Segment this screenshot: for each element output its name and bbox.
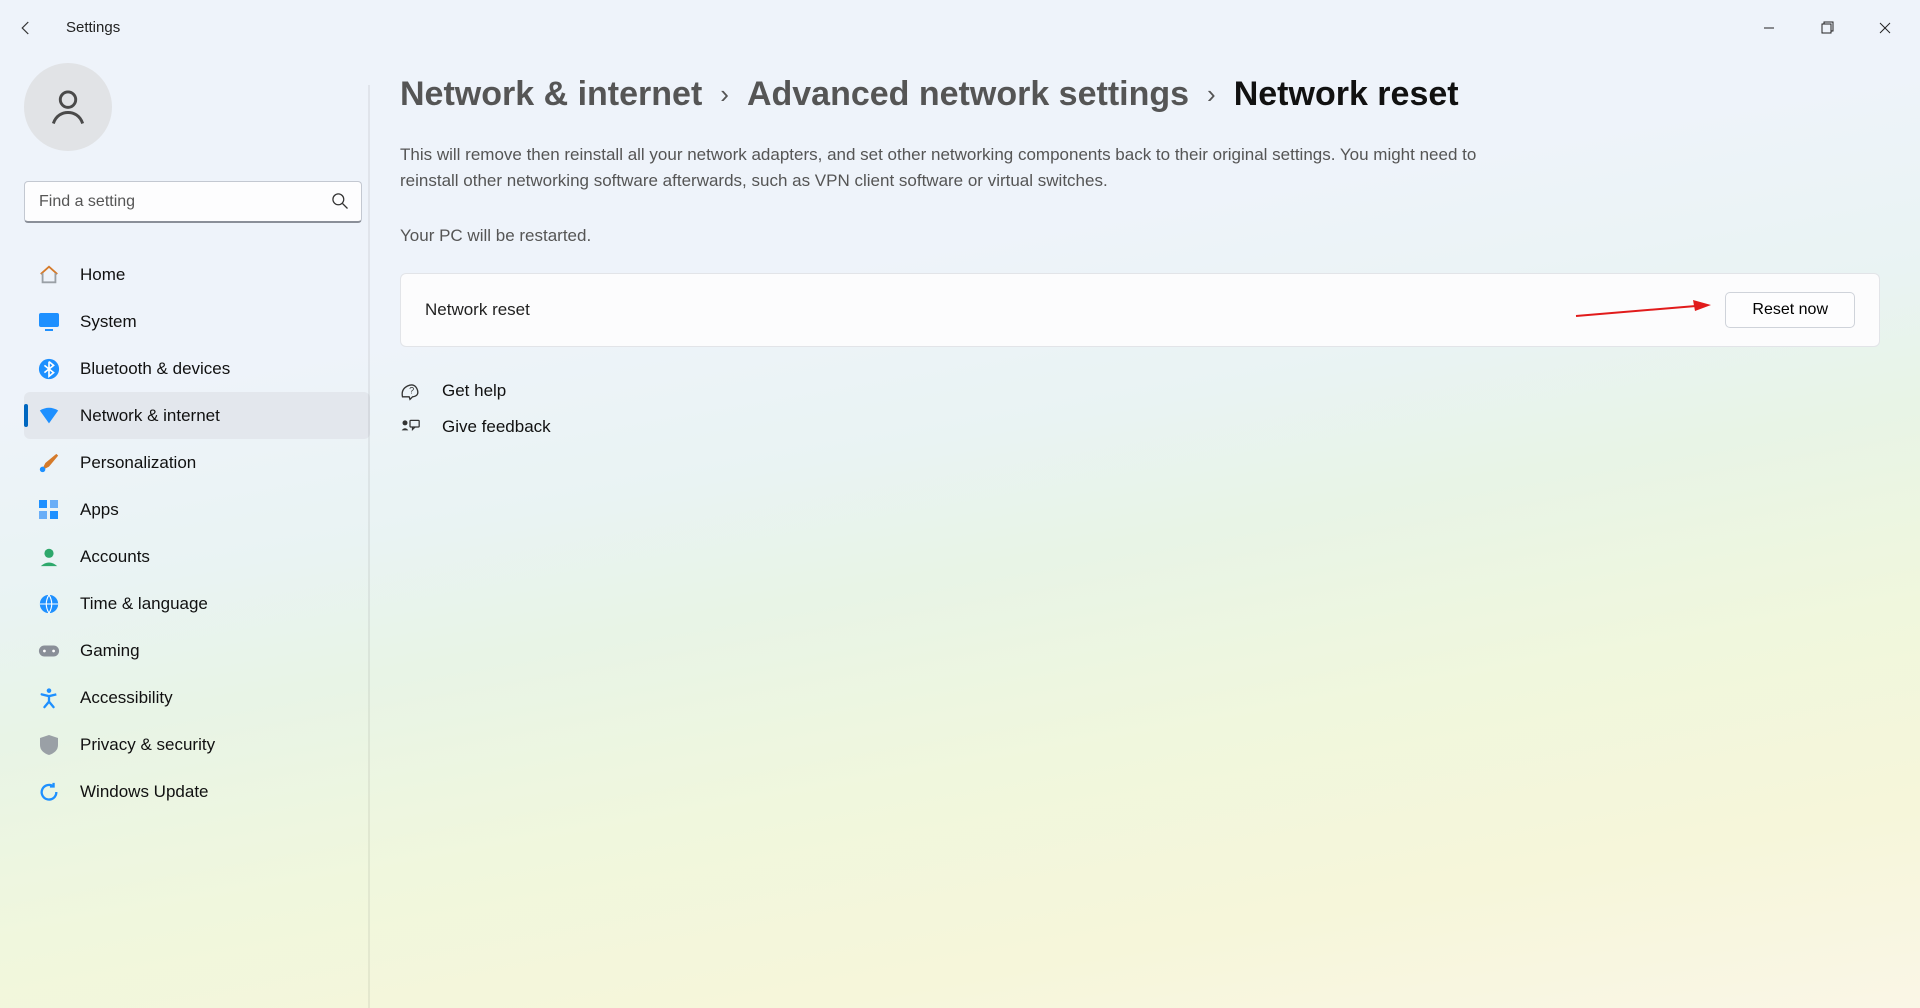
breadcrumb-item-network[interactable]: Network & internet [400, 75, 702, 114]
sidebar-item-label: Accounts [80, 547, 150, 567]
sidebar-item-label: Network & internet [80, 406, 220, 426]
sidebar-item-label: Gaming [80, 641, 140, 661]
minimize-button[interactable] [1740, 8, 1798, 48]
globe-clock-icon [38, 593, 60, 615]
sidebar-item-update[interactable]: Windows Update [24, 768, 370, 815]
sidebar-item-gaming[interactable]: Gaming [24, 627, 370, 674]
search-icon [330, 191, 350, 216]
sidebar-item-accounts[interactable]: Accounts [24, 533, 370, 580]
back-button[interactable] [6, 8, 46, 48]
window-controls [1740, 8, 1914, 48]
bluetooth-icon [38, 358, 60, 380]
sidebar-item-label: Home [80, 265, 125, 285]
sidebar-item-label: Time & language [80, 594, 208, 614]
sidebar-item-time[interactable]: Time & language [24, 580, 370, 627]
sidebar: Home System Bluetooth & devices Network … [0, 55, 370, 1008]
help-links: ? Get help Give feedback [400, 381, 1880, 437]
shield-icon [38, 734, 60, 756]
avatar[interactable] [24, 63, 112, 151]
sidebar-item-network[interactable]: Network & internet [24, 392, 370, 439]
sidebar-item-label: Accessibility [80, 688, 173, 708]
sidebar-item-label: Privacy & security [80, 735, 215, 755]
feedback-link-label: Give feedback [442, 417, 551, 437]
sidebar-item-system[interactable]: System [24, 298, 370, 345]
breadcrumb: Network & internet › Advanced network se… [400, 75, 1880, 114]
close-button[interactable] [1856, 8, 1914, 48]
update-icon [38, 781, 60, 803]
sidebar-item-home[interactable]: Home [24, 251, 370, 298]
sidebar-divider [368, 85, 370, 1008]
svg-text:?: ? [409, 386, 414, 396]
network-reset-card: Network reset Reset now [400, 273, 1880, 347]
accessibility-icon [38, 687, 60, 709]
home-icon [38, 264, 60, 286]
search-input[interactable] [24, 181, 362, 223]
apps-icon [38, 499, 60, 521]
window-title: Settings [66, 19, 120, 36]
get-help-link[interactable]: ? Get help [400, 381, 1880, 401]
feedback-link[interactable]: Give feedback [400, 417, 1880, 437]
breadcrumb-item-advanced[interactable]: Advanced network settings [747, 75, 1189, 114]
description-line-2: Your PC will be restarted. [400, 223, 1480, 249]
sidebar-item-privacy[interactable]: Privacy & security [24, 721, 370, 768]
sidebar-item-bluetooth[interactable]: Bluetooth & devices [24, 345, 370, 392]
breadcrumb-item-current: Network reset [1234, 75, 1459, 114]
help-link-label: Get help [442, 381, 506, 401]
content: Network & internet › Advanced network se… [370, 55, 1920, 1008]
sidebar-item-label: Apps [80, 500, 119, 520]
chevron-right-icon: › [1207, 79, 1216, 110]
help-icon: ? [400, 381, 420, 401]
description-line-1: This will remove then reinstall all your… [400, 142, 1480, 195]
sidebar-item-label: Bluetooth & devices [80, 359, 230, 379]
accounts-icon [38, 546, 60, 568]
paintbrush-icon [38, 452, 60, 474]
sidebar-item-personalization[interactable]: Personalization [24, 439, 370, 486]
card-title: Network reset [425, 300, 530, 320]
page-description: This will remove then reinstall all your… [400, 142, 1480, 249]
sidebar-item-label: Personalization [80, 453, 196, 473]
feedback-icon [400, 417, 420, 437]
chevron-right-icon: › [720, 79, 729, 110]
sidebar-item-label: Windows Update [80, 782, 209, 802]
sidebar-item-apps[interactable]: Apps [24, 486, 370, 533]
wifi-icon [38, 405, 60, 427]
system-icon [38, 311, 60, 333]
titlebar: Settings [0, 0, 1920, 55]
maximize-button[interactable] [1798, 8, 1856, 48]
sidebar-nav: Home System Bluetooth & devices Network … [24, 251, 370, 815]
gaming-icon [38, 640, 60, 662]
sidebar-item-label: System [80, 312, 137, 332]
search-field-wrap [24, 181, 362, 223]
annotation-arrow [530, 298, 1726, 322]
sidebar-item-accessibility[interactable]: Accessibility [24, 674, 370, 721]
reset-now-button[interactable]: Reset now [1725, 292, 1855, 328]
